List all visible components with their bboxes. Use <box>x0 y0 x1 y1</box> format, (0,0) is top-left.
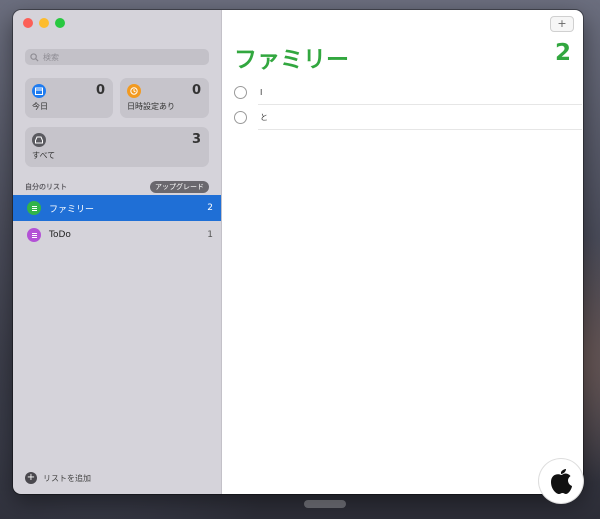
close-button[interactable] <box>23 18 33 28</box>
reminders-window: 検索 0 今日 0 日時設定あり 3 すべて 自分のリスト アップグレード ファ… <box>13 10 583 494</box>
completion-checkbox[interactable] <box>234 110 247 124</box>
my-lists-header: 自分のリスト アップグレード <box>25 181 209 193</box>
all-label: すべて <box>32 151 56 160</box>
site-logo-badge <box>539 459 583 503</box>
search-icon <box>30 52 39 62</box>
reminder-text[interactable]: I <box>260 88 262 97</box>
search-placeholder: 検索 <box>43 52 59 62</box>
dock <box>304 500 346 508</box>
list-name: ファミリー <box>49 204 95 215</box>
plus-circle-icon: + <box>25 472 37 484</box>
smart-list-today[interactable]: 0 今日 <box>25 78 113 118</box>
today-label: 今日 <box>32 102 48 111</box>
add-list-label: リストを追加 <box>43 473 91 483</box>
smart-list-scheduled[interactable]: 0 日時設定あり <box>120 78 209 118</box>
window-controls <box>23 18 65 28</box>
upgrade-button[interactable]: アップグレード <box>150 181 209 193</box>
zoom-button[interactable] <box>55 18 65 28</box>
add-reminder-button[interactable]: + <box>550 16 574 32</box>
list-count: 2 <box>207 203 213 213</box>
my-lists-title: 自分のリスト <box>25 183 67 191</box>
reminder-row[interactable]: と <box>234 105 582 129</box>
tray-icon <box>32 133 46 147</box>
reminder-list-pane: + ファミリー 2 I と <box>222 10 583 494</box>
clock-icon <box>127 84 141 98</box>
reminder-text[interactable]: と <box>260 112 268 123</box>
add-list-button[interactable]: + リストを追加 <box>25 472 91 484</box>
scheduled-label: 日時設定あり <box>127 102 175 111</box>
calendar-icon <box>32 84 46 98</box>
list-icon <box>27 228 41 242</box>
reminder-row[interactable]: I <box>234 80 582 104</box>
apple-logo-icon <box>551 469 572 494</box>
search-field[interactable]: 検索 <box>25 49 209 65</box>
list-icon <box>27 201 41 215</box>
list-name: ToDo <box>49 230 71 240</box>
minimize-button[interactable] <box>39 18 49 28</box>
scheduled-count: 0 <box>191 83 201 98</box>
today-count: 0 <box>95 83 105 98</box>
smart-list-all[interactable]: 3 すべて <box>25 127 209 167</box>
sidebar-list-family[interactable]: ファミリー 2 <box>13 195 221 221</box>
all-count: 3 <box>191 132 201 147</box>
row-divider <box>258 129 582 130</box>
sidebar: 検索 0 今日 0 日時設定あり 3 すべて 自分のリスト アップグレード ファ… <box>13 10 222 494</box>
sidebar-list-todo[interactable]: ToDo 1 <box>13 222 221 248</box>
list-total-count: 2 <box>554 40 571 66</box>
completion-checkbox[interactable] <box>234 85 247 99</box>
list-count: 1 <box>207 230 213 240</box>
list-title: ファミリー <box>234 47 349 73</box>
